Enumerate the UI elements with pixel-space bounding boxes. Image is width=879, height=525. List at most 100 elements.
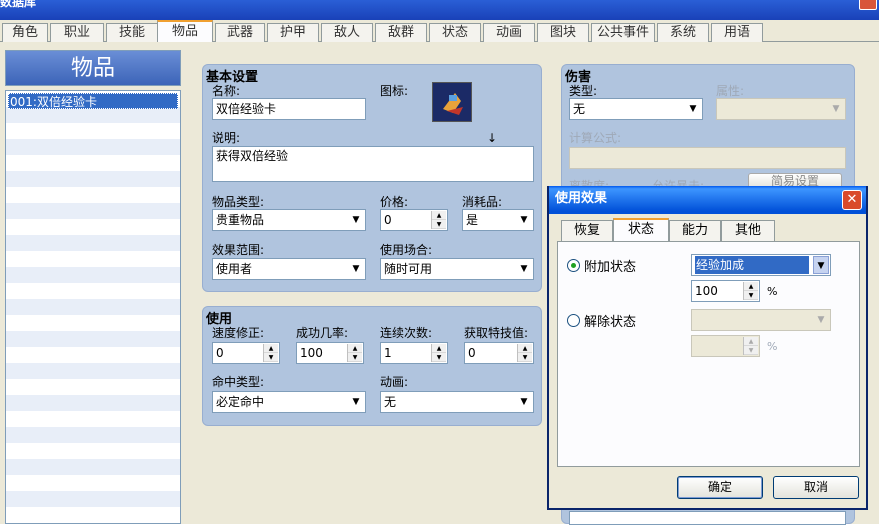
usage-effect-dialog: 使用效果 ✕ 恢复 状态 能力 其他 附加状态 经验加成 ▼ 100 ▲ ▼ % … <box>547 186 868 510</box>
spinner-icon[interactable]: ▲ ▼ <box>743 282 758 300</box>
repeat-stepper[interactable]: 1 ▲ ▼ <box>380 342 448 364</box>
cancel-button[interactable]: 取消 <box>773 476 859 499</box>
list-header: 物品 <box>5 50 181 86</box>
name-label: 名称: <box>212 84 241 98</box>
formula-label: 计算公式: <box>569 131 622 145</box>
success-rate-value: 100 <box>300 346 323 360</box>
tab-terms[interactable]: 用语 <box>711 23 763 42</box>
speed-stepper[interactable]: 0 ▲ ▼ <box>212 342 280 364</box>
damage-type-select[interactable]: 无 ▼ <box>569 98 703 120</box>
item-list-panel: 物品 001:双倍经验卡 <box>5 50 181 524</box>
list-item[interactable]: 001:双倍经验卡 <box>8 93 178 109</box>
tab-recover[interactable]: 恢复 <box>561 220 613 241</box>
tab-troops[interactable]: 敌群 <box>375 23 427 42</box>
remove-state-radio[interactable] <box>567 314 580 327</box>
window-title-bar: 数据库 <box>0 0 879 20</box>
add-state-value: 经验加成 <box>695 256 809 274</box>
tab-armors[interactable]: 护甲 <box>267 23 319 42</box>
element-label: 属性: <box>716 84 745 98</box>
tab-animations[interactable]: 动画 <box>483 23 535 42</box>
item-type-label: 物品类型: <box>212 195 265 209</box>
remove-state-chance-stepper[interactable]: ▲ ▼ <box>691 335 760 357</box>
chevron-down-icon[interactable]: ▼ <box>348 211 364 229</box>
spinner-icon[interactable]: ▲ ▼ <box>347 344 362 362</box>
add-state-chance-value: 100 <box>695 284 718 298</box>
tab-tilesets[interactable]: 图块 <box>537 23 589 42</box>
tab-weapons[interactable]: 武器 <box>215 23 265 42</box>
occasion-value: 随时可用 <box>384 262 433 276</box>
price-label: 价格: <box>380 195 409 209</box>
window-close-button[interactable] <box>859 0 877 10</box>
consumable-label: 消耗品: <box>462 195 503 209</box>
tab-param[interactable]: 能力 <box>669 220 721 241</box>
tp-gain-value: 0 <box>468 346 476 360</box>
chevron-down-icon[interactable]: ▼ <box>348 393 364 411</box>
scope-value: 使用者 <box>216 262 253 276</box>
chevron-down-icon[interactable]: ▼ <box>516 260 532 278</box>
price-stepper[interactable]: 0 ▲ ▼ <box>380 209 448 231</box>
chevron-down-icon[interactable]: ▼ <box>348 260 364 278</box>
damage-type-label: 类型: <box>569 84 598 98</box>
basic-settings-group: 基本设置 名称: 双倍经验卡 图标: 说明: 获得双倍经验 ↓ 物品类型: 贵重… <box>202 64 542 292</box>
spinner-icon[interactable]: ▲ ▼ <box>517 344 532 362</box>
add-state-chance-stepper[interactable]: 100 ▲ ▼ <box>691 280 760 302</box>
ok-button[interactable]: 确定 <box>677 476 763 499</box>
occasion-label: 使用场合: <box>380 243 433 257</box>
damage-type-value: 无 <box>573 102 586 116</box>
chevron-down-icon[interactable]: ▼ <box>516 211 532 229</box>
item-type-value: 贵重物品 <box>216 213 265 227</box>
chevron-down-icon[interactable]: ▼ <box>516 393 532 411</box>
tab-states[interactable]: 状态 <box>429 23 481 42</box>
icon-label: 图标: <box>380 84 409 98</box>
occasion-select[interactable]: 随时可用 ▼ <box>380 258 534 280</box>
tab-other[interactable]: 其他 <box>721 220 775 241</box>
formula-field[interactable] <box>569 147 846 169</box>
effects-list[interactable] <box>569 511 846 525</box>
card-icon <box>435 85 469 119</box>
spinner-icon[interactable]: ▲ ▼ <box>743 337 758 355</box>
item-type-select[interactable]: 贵重物品 ▼ <box>212 209 366 231</box>
speed-value: 0 <box>216 346 224 360</box>
add-state-label[interactable]: 附加状态 <box>584 256 636 275</box>
tab-common-events[interactable]: 公共事件 <box>591 23 655 42</box>
close-icon[interactable]: ✕ <box>842 190 862 210</box>
element-select[interactable]: ▼ <box>716 98 846 120</box>
animation-select[interactable]: 无 ▼ <box>380 391 534 413</box>
hit-type-select[interactable]: 必定命中 ▼ <box>212 391 366 413</box>
chevron-down-icon[interactable]: ▼ <box>813 311 829 329</box>
scope-select[interactable]: 使用者 ▼ <box>212 258 366 280</box>
item-icon[interactable] <box>432 82 472 122</box>
remove-state-label[interactable]: 解除状态 <box>584 311 636 330</box>
add-state-select[interactable]: 经验加成 ▼ <box>691 254 831 276</box>
name-field[interactable]: 双倍经验卡 <box>212 98 366 120</box>
chevron-down-icon[interactable]: ▼ <box>813 256 829 274</box>
description-field[interactable]: 获得双倍经验 <box>212 146 534 182</box>
text-cursor: ↓ <box>487 131 498 145</box>
main-area: 物品 001:双倍经验卡 基本设置 名称: 双倍经验卡 图标: 说明: 获得双倍… <box>0 42 879 525</box>
usage-group: 使用 速度修正: 0 ▲ ▼ 成功几率: 100 ▲ ▼ 连续次数: 1 ▲ ▼ 获取… <box>202 306 542 426</box>
tab-items[interactable]: 物品 <box>157 20 213 43</box>
dialog-tab-panel: 附加状态 经验加成 ▼ 100 ▲ ▼ % 解除状态 ▼ ▲ ▼ % <box>557 241 860 467</box>
tab-skills[interactable]: 技能 <box>106 23 158 42</box>
success-rate-stepper[interactable]: 100 ▲ ▼ <box>296 342 364 364</box>
tab-classes[interactable]: 职业 <box>50 23 104 42</box>
success-rate-label: 成功几率: <box>296 326 349 340</box>
tp-gain-stepper[interactable]: 0 ▲ ▼ <box>464 342 534 364</box>
spinner-icon[interactable]: ▲ ▼ <box>431 344 446 362</box>
remove-state-select[interactable]: ▼ <box>691 309 831 331</box>
price-value: 0 <box>384 213 392 227</box>
tab-state[interactable]: 状态 <box>613 218 669 242</box>
animation-value: 无 <box>384 395 397 409</box>
repeat-value: 1 <box>384 346 392 360</box>
chevron-down-icon[interactable]: ▼ <box>685 100 701 118</box>
tab-actors[interactable]: 角色 <box>2 23 48 42</box>
tab-enemies[interactable]: 敌人 <box>321 23 373 42</box>
item-list[interactable]: 001:双倍经验卡 <box>5 90 181 524</box>
consumable-select[interactable]: 是 ▼ <box>462 209 534 231</box>
spinner-icon[interactable]: ▲ ▼ <box>431 211 446 229</box>
add-state-radio[interactable] <box>567 259 580 272</box>
tab-system[interactable]: 系统 <box>657 23 709 42</box>
chevron-down-icon[interactable]: ▼ <box>828 100 844 118</box>
spinner-icon[interactable]: ▲ ▼ <box>263 344 278 362</box>
percent-sign: % <box>767 340 778 353</box>
